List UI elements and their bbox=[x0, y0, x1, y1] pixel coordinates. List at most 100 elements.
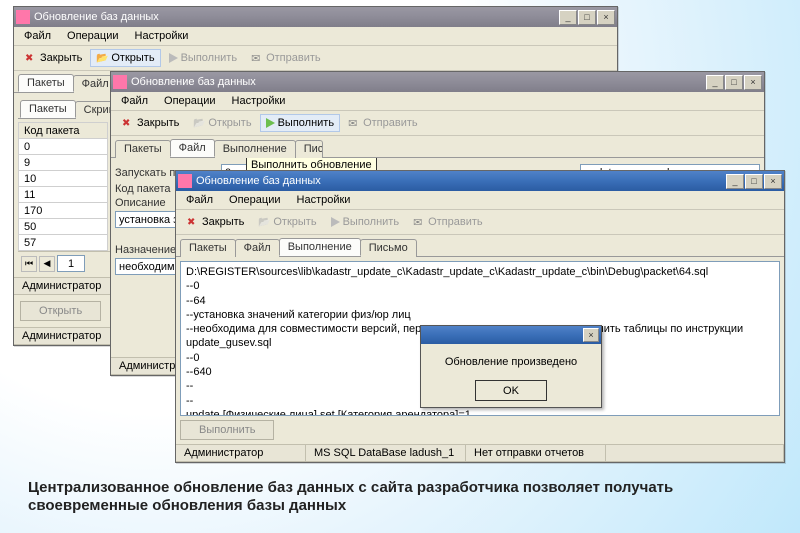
status-user: Администратор bbox=[176, 445, 306, 462]
menu-operations[interactable]: Операции bbox=[65, 29, 120, 43]
minimize-button[interactable]: _ bbox=[706, 75, 724, 90]
table-row[interactable]: 10 bbox=[19, 171, 108, 187]
slide-caption: Централизованное обновление баз данных с… bbox=[28, 479, 740, 515]
titlebar[interactable]: Обновление баз данных _ □ × bbox=[176, 171, 784, 191]
close-icon bbox=[187, 216, 199, 228]
dialog-close-button[interactable]: × bbox=[583, 328, 599, 342]
titlebar[interactable]: Обновление баз данных _ □ × bbox=[111, 72, 764, 92]
maximize-button[interactable]: □ bbox=[745, 174, 763, 189]
play-icon bbox=[331, 217, 340, 227]
send-label: Отправить bbox=[363, 117, 418, 129]
table-row[interactable]: 0 bbox=[19, 139, 108, 155]
run-label: Выполнить bbox=[181, 52, 237, 64]
pager-page[interactable] bbox=[57, 255, 85, 272]
close-window-button[interactable]: × bbox=[744, 75, 762, 90]
subtab-packets[interactable]: Пакеты bbox=[20, 100, 76, 118]
tab-letter[interactable]: Письмо bbox=[360, 239, 417, 257]
app-icon bbox=[16, 10, 30, 24]
col-packet-code[interactable]: Код пакета bbox=[19, 123, 108, 139]
minimize-button[interactable]: _ bbox=[559, 10, 577, 25]
open-label: Открыть bbox=[208, 117, 251, 129]
menubar: Файл Операции Настройки bbox=[176, 191, 784, 210]
toolbar: Закрыть Открыть Выполнить Отправить bbox=[111, 111, 764, 136]
menubar: Файл Операции Настройки bbox=[111, 92, 764, 111]
run-button[interactable]: Выполнить bbox=[325, 213, 405, 231]
close-window-button[interactable]: × bbox=[597, 10, 615, 25]
tabbar: Пакеты Файл Выполнение Письмо bbox=[111, 136, 764, 158]
table-row[interactable]: 11 bbox=[19, 187, 108, 203]
play-icon bbox=[169, 53, 178, 63]
send-label: Отправить bbox=[266, 52, 321, 64]
close-label: Закрыть bbox=[40, 52, 82, 64]
open-button[interactable]: Открыть bbox=[252, 213, 322, 231]
menubar: Файл Операции Настройки bbox=[14, 27, 617, 46]
folder-open-icon bbox=[258, 216, 270, 228]
menu-operations[interactable]: Операции bbox=[162, 94, 217, 108]
statusbar: Администратор MS SQL DataBase ladush_1 Н… bbox=[176, 444, 784, 462]
minimize-button[interactable]: _ bbox=[726, 174, 744, 189]
folder-open-icon bbox=[193, 117, 205, 129]
pager-first[interactable]: ⏮ bbox=[21, 256, 37, 272]
menu-settings[interactable]: Настройки bbox=[230, 94, 288, 108]
pager-prev[interactable]: ◀ bbox=[39, 256, 55, 272]
status-reports: Нет отправки отчетов bbox=[466, 445, 606, 462]
tab-letter[interactable]: Письмо bbox=[295, 140, 323, 158]
tab-file[interactable]: Файл bbox=[235, 239, 280, 257]
run-button[interactable]: Выполнить bbox=[163, 49, 243, 67]
send-button[interactable]: Отправить bbox=[342, 114, 424, 132]
close-label: Закрыть bbox=[202, 216, 244, 228]
table-row[interactable]: 50 bbox=[19, 219, 108, 235]
toolbar: Закрыть Открыть Выполнить Отправить bbox=[176, 210, 784, 235]
toolbar: Закрыть Открыть Выполнить Отправить bbox=[14, 46, 617, 71]
close-button[interactable]: Закрыть bbox=[116, 114, 185, 132]
tab-exec[interactable]: Выполнение bbox=[214, 140, 296, 158]
run-label: Выполнить bbox=[278, 117, 334, 129]
tab-packets[interactable]: Пакеты bbox=[115, 140, 171, 158]
open-btn[interactable]: Открыть bbox=[20, 301, 101, 321]
app-icon bbox=[113, 75, 127, 89]
close-button[interactable]: Закрыть bbox=[19, 49, 88, 67]
app-icon bbox=[178, 174, 192, 188]
folder-open-icon bbox=[96, 52, 108, 64]
run-btn[interactable]: Выполнить bbox=[180, 420, 274, 440]
tab-packets[interactable]: Пакеты bbox=[180, 239, 236, 257]
maximize-button[interactable]: □ bbox=[578, 10, 596, 25]
close-button[interactable]: Закрыть bbox=[181, 213, 250, 231]
table-row[interactable]: 170 bbox=[19, 203, 108, 219]
close-label: Закрыть bbox=[137, 117, 179, 129]
window-3: Обновление баз данных _ □ × Файл Операци… bbox=[175, 170, 785, 463]
table-row[interactable]: 57 bbox=[19, 235, 108, 251]
send-button[interactable]: Отправить bbox=[245, 49, 327, 67]
close-icon bbox=[122, 117, 134, 129]
status-db: MS SQL DataBase ladush_1 bbox=[306, 445, 466, 462]
open-button[interactable]: Открыть bbox=[90, 49, 160, 67]
menu-file[interactable]: Файл bbox=[184, 193, 215, 207]
message-dialog: × Обновление произведено OK bbox=[420, 325, 602, 408]
open-button[interactable]: Открыть bbox=[187, 114, 257, 132]
packet-table[interactable]: Код пакета 0 9 10 11 170 50 57 bbox=[18, 122, 108, 251]
window-title: Обновление баз данных bbox=[131, 76, 706, 88]
menu-file[interactable]: Файл bbox=[22, 29, 53, 43]
menu-settings[interactable]: Настройки bbox=[295, 193, 353, 207]
menu-file[interactable]: Файл bbox=[119, 94, 150, 108]
window-title: Обновление баз данных bbox=[196, 175, 726, 187]
window-title: Обновление баз данных bbox=[34, 11, 559, 23]
open-label: Открыть bbox=[273, 216, 316, 228]
maximize-button[interactable]: □ bbox=[725, 75, 743, 90]
mail-icon bbox=[348, 117, 360, 129]
run-button[interactable]: Выполнить bbox=[260, 114, 340, 132]
mail-icon bbox=[413, 216, 425, 228]
tab-file[interactable]: Файл bbox=[170, 139, 215, 157]
run-label: Выполнить bbox=[343, 216, 399, 228]
tab-exec[interactable]: Выполнение bbox=[279, 238, 361, 256]
send-button[interactable]: Отправить bbox=[407, 213, 489, 231]
ok-button[interactable]: OK bbox=[475, 380, 547, 401]
menu-operations[interactable]: Операции bbox=[227, 193, 282, 207]
menu-settings[interactable]: Настройки bbox=[133, 29, 191, 43]
titlebar[interactable]: Обновление баз данных _ □ × bbox=[14, 7, 617, 27]
send-label: Отправить bbox=[428, 216, 483, 228]
table-row[interactable]: 9 bbox=[19, 155, 108, 171]
tab-packets[interactable]: Пакеты bbox=[18, 74, 74, 92]
close-window-button[interactable]: × bbox=[764, 174, 782, 189]
dialog-titlebar[interactable]: × bbox=[421, 326, 601, 344]
